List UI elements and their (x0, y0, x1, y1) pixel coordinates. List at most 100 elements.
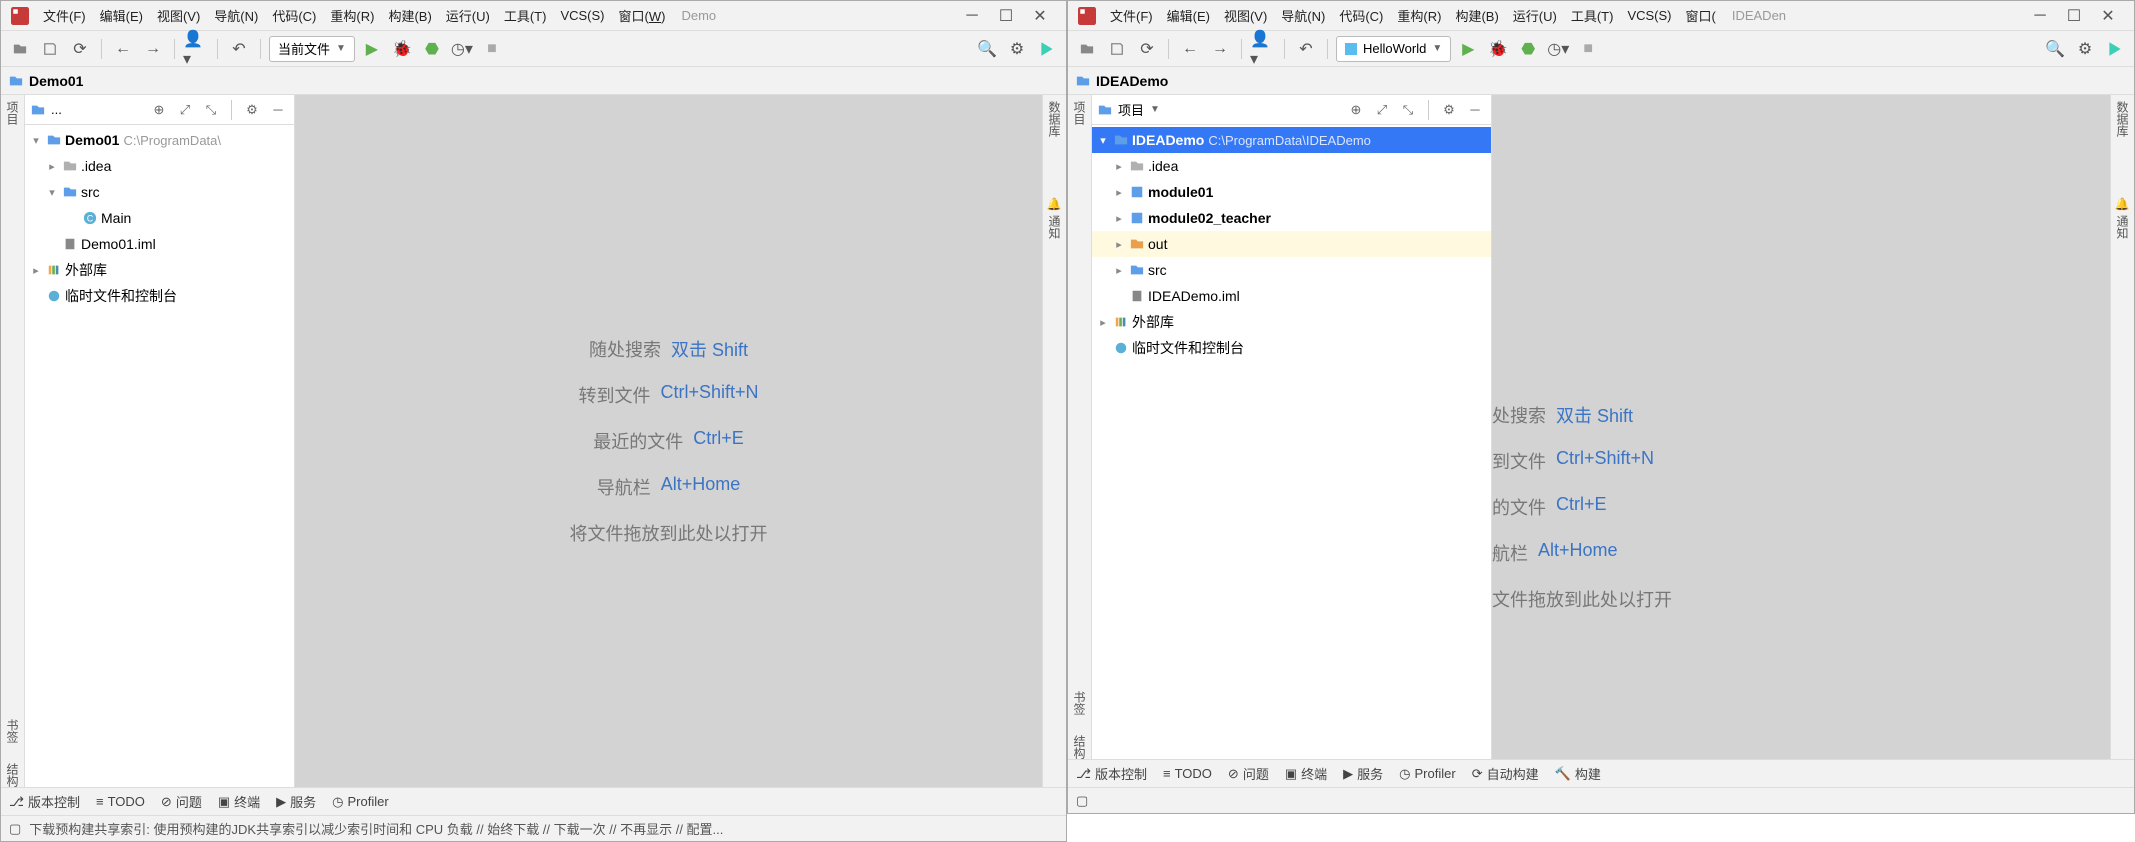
expand-icon[interactable]: ⤢ (175, 100, 195, 120)
menu-build[interactable]: 构建(B) (1449, 4, 1504, 27)
tab-terminal[interactable]: ▣ 终端 (218, 792, 260, 811)
run-button[interactable]: ▶ (359, 36, 385, 62)
menu-run[interactable]: 运行(U) (1507, 4, 1563, 27)
sidebar-project[interactable]: 项目 (1071, 101, 1088, 125)
minimize-button[interactable]: ─ (2032, 8, 2048, 24)
tree-iml[interactable]: Demo01.iml (25, 231, 294, 257)
minimize-button[interactable]: ─ (964, 8, 980, 24)
tab-services[interactable]: ▶ 服务 (276, 792, 316, 811)
scope-icon[interactable]: ⊕ (1346, 100, 1366, 120)
open-icon[interactable] (7, 36, 33, 62)
forward-icon[interactable]: → (1207, 36, 1233, 62)
stop-button[interactable]: ■ (1575, 36, 1601, 62)
tab-terminal[interactable]: ▣ 终端 (1285, 764, 1327, 783)
sidebar-structure[interactable]: 结构 (4, 763, 21, 787)
debug-button[interactable]: 🐞 (389, 36, 415, 62)
sidebar-structure[interactable]: 结构 (1071, 735, 1088, 759)
tree-iml[interactable]: IDEADemo.iml (1092, 283, 1491, 309)
run-config-selector[interactable]: HelloWorld ▼ (1336, 36, 1451, 62)
tab-vcs[interactable]: ⎇ 版本控制 (1076, 764, 1147, 783)
sidebar-database[interactable]: 数据库 (2114, 101, 2131, 137)
search-icon[interactable]: 🔍 (2042, 36, 2068, 62)
menu-tools[interactable]: 工具(T) (498, 4, 553, 27)
panel-settings-icon[interactable]: ⚙ (1439, 100, 1459, 120)
menu-tools[interactable]: 工具(T) (1565, 4, 1620, 27)
menu-edit[interactable]: 编辑(E) (94, 4, 149, 27)
refresh-icon[interactable]: ⟳ (1134, 36, 1160, 62)
tree-idea[interactable]: ▸ .idea (25, 153, 294, 179)
menu-vcs[interactable]: VCS(S) (1621, 6, 1677, 25)
sidebar-project[interactable]: 项目 (4, 101, 21, 125)
menu-nav[interactable]: 导航(N) (208, 4, 264, 27)
forward-icon[interactable]: → (140, 36, 166, 62)
tree-module02[interactable]: ▸ module02_teacher (1092, 205, 1491, 231)
tab-build[interactable]: 🔨 构建 (1555, 764, 1601, 783)
menu-view[interactable]: 视图(V) (1218, 4, 1273, 27)
tab-vcs[interactable]: ⎇ 版本控制 (9, 792, 80, 811)
tab-problems[interactable]: ⊘ 问题 (161, 792, 202, 811)
settings-icon[interactable]: ⚙ (1004, 36, 1030, 62)
menu-window[interactable]: 窗口( (1680, 4, 1722, 27)
status-square-icon[interactable]: ▢ (9, 821, 21, 837)
menu-run[interactable]: 运行(U) (440, 4, 496, 27)
stop-button[interactable]: ■ (479, 36, 505, 62)
tree-scratch[interactable]: 临时文件和控制台 (1092, 335, 1491, 361)
tree-scratch[interactable]: 临时文件和控制台 (25, 283, 294, 309)
scope-icon[interactable]: ⊕ (149, 100, 169, 120)
undo-nav-icon[interactable]: ↶ (1293, 36, 1319, 62)
menu-file[interactable]: 文件(F) (1104, 4, 1159, 27)
expand-icon[interactable]: ⤢ (1372, 100, 1392, 120)
back-icon[interactable]: ← (1177, 36, 1203, 62)
tree-src[interactable]: ▾ src (25, 179, 294, 205)
panel-title[interactable]: 项目 (1118, 100, 1144, 119)
tree-root[interactable]: ▾ IDEADemo C:\ProgramData\IDEADemo (1092, 127, 1491, 153)
menu-nav[interactable]: 导航(N) (1275, 4, 1331, 27)
tab-autobuild[interactable]: ⟳ 自动构建 (1472, 764, 1539, 783)
tree-module01[interactable]: ▸ module01 (1092, 179, 1491, 205)
run-button[interactable]: ▶ (1455, 36, 1481, 62)
sidebar-bookmark[interactable]: 书签 (1071, 691, 1088, 715)
tab-profiler[interactable]: ◷ Profiler (332, 794, 389, 810)
debug-button[interactable]: 🐞 (1485, 36, 1511, 62)
maximize-button[interactable]: ☐ (998, 8, 1014, 24)
search-icon[interactable]: 🔍 (974, 36, 1000, 62)
user-icon[interactable]: 👤▾ (183, 36, 209, 62)
tree-ext-libs[interactable]: ▸ 外部库 (1092, 309, 1491, 335)
tab-todo[interactable]: ≡ TODO (1163, 766, 1212, 781)
code-with-me-icon[interactable] (1034, 36, 1060, 62)
panel-title[interactable]: ... (51, 102, 62, 117)
menu-code[interactable]: 代码(C) (266, 4, 322, 27)
save-icon[interactable] (1104, 36, 1130, 62)
collapse-icon[interactable]: ⤡ (201, 100, 221, 120)
sidebar-notify[interactable]: 🔔 通知 (2114, 197, 2131, 239)
tab-todo[interactable]: ≡ TODO (96, 794, 145, 809)
code-with-me-icon[interactable] (2102, 36, 2128, 62)
menu-window[interactable]: 窗口(W) (613, 4, 672, 27)
open-icon[interactable] (1074, 36, 1100, 62)
sidebar-database[interactable]: 数据库 (1046, 101, 1063, 137)
menu-vcs[interactable]: VCS(S) (554, 6, 610, 25)
tree-src[interactable]: ▸ src (1092, 257, 1491, 283)
status-square-icon[interactable]: ▢ (1076, 793, 1088, 809)
hide-icon[interactable]: ─ (1465, 100, 1485, 120)
menu-refactor[interactable]: 重构(R) (324, 4, 380, 27)
sidebar-notify[interactable]: 🔔 通知 (1046, 197, 1063, 239)
close-button[interactable]: ✕ (1032, 8, 1048, 24)
panel-settings-icon[interactable]: ⚙ (242, 100, 262, 120)
run-config-selector[interactable]: 当前文件 ▼ (269, 36, 355, 62)
breadcrumb-root[interactable]: Demo01 (29, 73, 83, 89)
close-button[interactable]: ✕ (2100, 8, 2116, 24)
tree-main[interactable]: C Main (25, 205, 294, 231)
coverage-button[interactable]: ⬣ (1515, 36, 1541, 62)
tab-problems[interactable]: ⊘ 问题 (1228, 764, 1269, 783)
refresh-icon[interactable]: ⟳ (67, 36, 93, 62)
tree-idea[interactable]: ▸ .idea (1092, 153, 1491, 179)
menu-file[interactable]: 文件(F) (37, 4, 92, 27)
menu-refactor[interactable]: 重构(R) (1391, 4, 1447, 27)
menu-edit[interactable]: 编辑(E) (1161, 4, 1216, 27)
back-icon[interactable]: ← (110, 36, 136, 62)
profile-button[interactable]: ◷▾ (1545, 36, 1571, 62)
chevron-down-icon[interactable]: ▼ (1150, 104, 1160, 115)
settings-icon[interactable]: ⚙ (2072, 36, 2098, 62)
coverage-button[interactable]: ⬣ (419, 36, 445, 62)
